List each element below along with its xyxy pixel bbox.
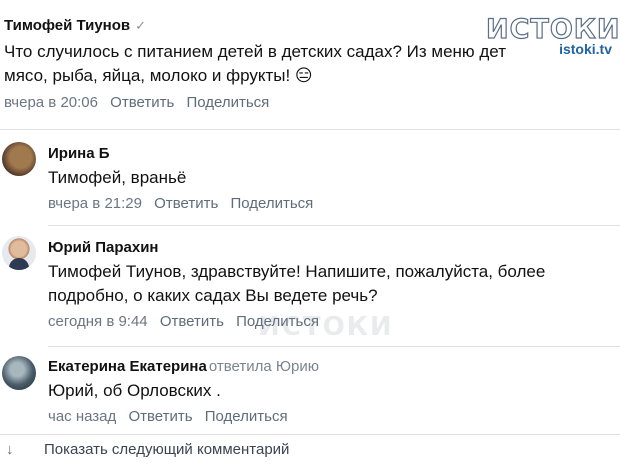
comment-author[interactable]: Тимофей Тиунов: [4, 17, 130, 34]
arrow-down-icon: ↓: [6, 441, 14, 458]
reply-button[interactable]: Ответить: [128, 408, 192, 425]
avatar[interactable]: [2, 356, 36, 390]
reply-button[interactable]: Ответить: [110, 94, 174, 111]
comment-text: Тимофей Тиунов, здравствуйте! Напишите, …: [48, 260, 545, 308]
comment-author[interactable]: Юрий Парахин: [48, 239, 545, 257]
comment-author[interactable]: Екатерина Екатерина: [48, 358, 207, 375]
share-button[interactable]: Поделиться: [230, 195, 313, 212]
comment-time: час назад: [48, 408, 117, 425]
comment-text-line: мясо, рыба, яйца, молоко и фрукты! 😑: [4, 66, 313, 85]
avatar[interactable]: [2, 236, 36, 270]
comment-text-line: Юрий, об Орловских .: [48, 381, 221, 400]
comment-text: Тимофей, враньё: [48, 166, 321, 190]
comment-time: вчера в 20:06: [4, 94, 98, 111]
comment-text: Что случилось с питанием детей в детских…: [4, 40, 506, 88]
show-next-comment-label: Показать следующий комментарий: [44, 441, 290, 458]
comment: Ирина Б Тимофей, враньё вчера в 21:29 От…: [48, 145, 321, 213]
comment-author[interactable]: Ирина Б: [48, 145, 321, 163]
comment: Тимофей Тиунов ✓ Что случилось с питанием…: [4, 17, 506, 112]
comment-text-line: подробно, о каких садах Вы ведете речь?: [48, 286, 378, 305]
comment-meta: час назад Ответить Поделиться: [48, 408, 319, 426]
divider: [0, 434, 620, 435]
comment: Юрий Парахин Тимофей Тиунов, здравствуйт…: [48, 239, 545, 331]
comment-text-line: Что случилось с питанием детей в детских…: [4, 42, 506, 61]
divider: [48, 225, 620, 226]
comment-time: вчера в 21:29: [48, 195, 142, 212]
divider: [48, 346, 620, 347]
share-button[interactable]: Поделиться: [186, 94, 269, 111]
divider: [0, 129, 620, 130]
comment-author-row: Тимофей Тиунов ✓: [4, 17, 506, 35]
comment-meta: вчера в 21:29 Ответить Поделиться: [48, 195, 321, 213]
comment-text-line: Тимофей, враньё: [48, 168, 187, 187]
comment-author-row: Екатерина Екатерина ответила Юрию: [48, 358, 319, 376]
comment-time: сегодня в 9:44: [48, 313, 148, 330]
reply-button[interactable]: Ответить: [160, 313, 224, 330]
comment-text: Юрий, об Орловских .: [48, 379, 319, 403]
replied-to-link[interactable]: ответила Юрию: [209, 358, 319, 375]
comment-meta: сегодня в 9:44 Ответить Поделиться: [48, 313, 545, 331]
verified-icon: ✓: [135, 18, 147, 33]
avatar[interactable]: [2, 142, 36, 176]
share-button[interactable]: Поделиться: [205, 408, 288, 425]
share-button[interactable]: Поделиться: [236, 313, 319, 330]
comment-text-line: Тимофей Тиунов, здравствуйте! Напишите, …: [48, 262, 546, 281]
comment-meta: вчера в 20:06 Ответить Поделиться: [4, 94, 506, 112]
comment: Екатерина Екатерина ответила Юрию Юрий, о…: [48, 358, 319, 426]
reply-button[interactable]: Ответить: [154, 195, 218, 212]
show-next-comment-button[interactable]: ↓ Показать следующий комментарий: [0, 441, 289, 459]
